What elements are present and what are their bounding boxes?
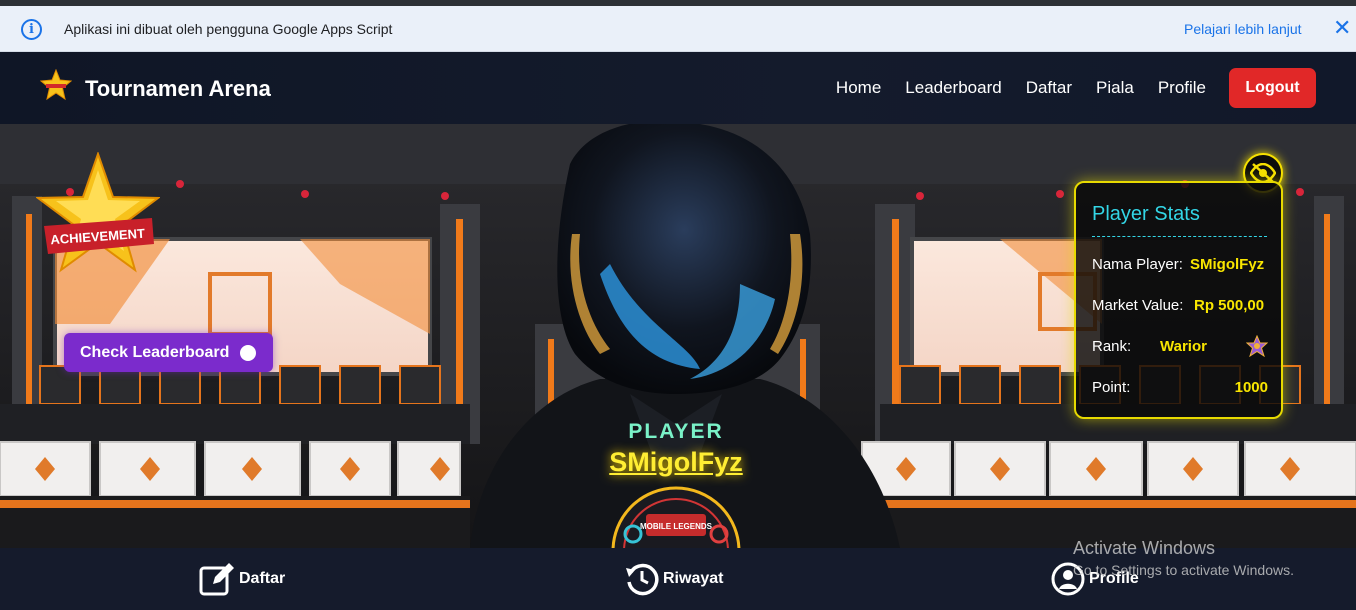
stat-row-point: Point: 1000 xyxy=(1092,379,1268,403)
nav-piala[interactable]: Piala xyxy=(1096,78,1134,98)
bottom-nav-bar: Daftar Riwayat Profile xyxy=(0,548,1356,610)
nav-links: Home Leaderboard Daftar Piala Profile xyxy=(836,78,1206,98)
bottom-nav-riwayat[interactable]: Riwayat xyxy=(625,562,723,596)
user-profile-icon xyxy=(1051,562,1085,596)
edit-icon xyxy=(199,563,234,596)
stat-point-value: 1000 xyxy=(1234,379,1268,396)
achievement-star-badge: ACHIEVEMENT xyxy=(36,152,160,273)
nav-daftar[interactable]: Daftar xyxy=(1026,78,1072,98)
rank-emblem-icon xyxy=(1246,335,1268,357)
close-icon[interactable]: ✕ xyxy=(1333,15,1351,41)
nav-profile[interactable]: Profile xyxy=(1158,78,1206,98)
brand-title: Tournamen Arena xyxy=(85,76,271,101)
mobile-legends-logo-text: MOBILE LEGENDS xyxy=(640,522,713,531)
info-bar-message: Aplikasi ini dibuat oleh pengguna Google… xyxy=(64,21,393,37)
apps-script-info-bar: i Aplikasi ini dibuat oleh pengguna Goog… xyxy=(0,6,1356,52)
stat-market-value: Rp 500,00 xyxy=(1194,297,1265,314)
nav-leaderboard[interactable]: Leaderboard xyxy=(905,78,1001,98)
stat-name-value: SMigolFyz xyxy=(1190,256,1265,273)
hero-banner: ACHIEVEMENT Check Leaderboard PLAYER SMi… xyxy=(0,124,1356,548)
mobile-legends-logo: MOBILE LEGENDS xyxy=(611,486,741,548)
bottom-nav-profile-label: Profile xyxy=(1089,570,1139,587)
stat-row-market: Market Value: Rp 500,00 xyxy=(1092,297,1268,321)
check-leaderboard-label: Check Leaderboard xyxy=(80,343,230,361)
bottom-nav-daftar[interactable]: Daftar xyxy=(199,562,285,596)
toggle-dot-icon xyxy=(240,345,256,361)
learn-more-link[interactable]: Pelajari lebih lanjut xyxy=(1184,21,1302,37)
stats-title: Player Stats xyxy=(1092,203,1200,225)
stat-name-label: Nama Player: xyxy=(1092,256,1183,273)
top-navbar: Tournamen Arena Home Leaderboard Daftar … xyxy=(0,52,1356,124)
stat-rank-label: Rank: xyxy=(1092,338,1132,355)
player-stats-card: Player Stats Nama Player: SMigolFyz Mark… xyxy=(1074,181,1283,419)
info-icon: i xyxy=(21,19,42,40)
bottom-nav-daftar-label: Daftar xyxy=(239,570,286,587)
stat-market-label: Market Value: xyxy=(1092,297,1184,314)
logout-button[interactable]: Logout xyxy=(1229,68,1316,108)
player-label: PLAYER xyxy=(628,420,724,443)
stats-divider xyxy=(1092,236,1267,237)
history-icon xyxy=(626,563,659,596)
bottom-nav-riwayat-label: Riwayat xyxy=(663,570,724,587)
check-leaderboard-button[interactable]: Check Leaderboard xyxy=(64,333,273,372)
stat-point-label: Point: xyxy=(1092,379,1131,396)
bottom-nav-profile[interactable]: Profile xyxy=(1051,562,1139,596)
stat-rank-value: Warior xyxy=(1160,338,1207,355)
star-logo-icon xyxy=(40,69,72,101)
player-name-link[interactable]: SMigolFyz xyxy=(556,447,796,478)
stat-row-name: Nama Player: SMigolFyz xyxy=(1092,256,1268,280)
stat-row-rank: Rank: Warior xyxy=(1092,335,1268,362)
nav-home[interactable]: Home xyxy=(836,78,881,98)
